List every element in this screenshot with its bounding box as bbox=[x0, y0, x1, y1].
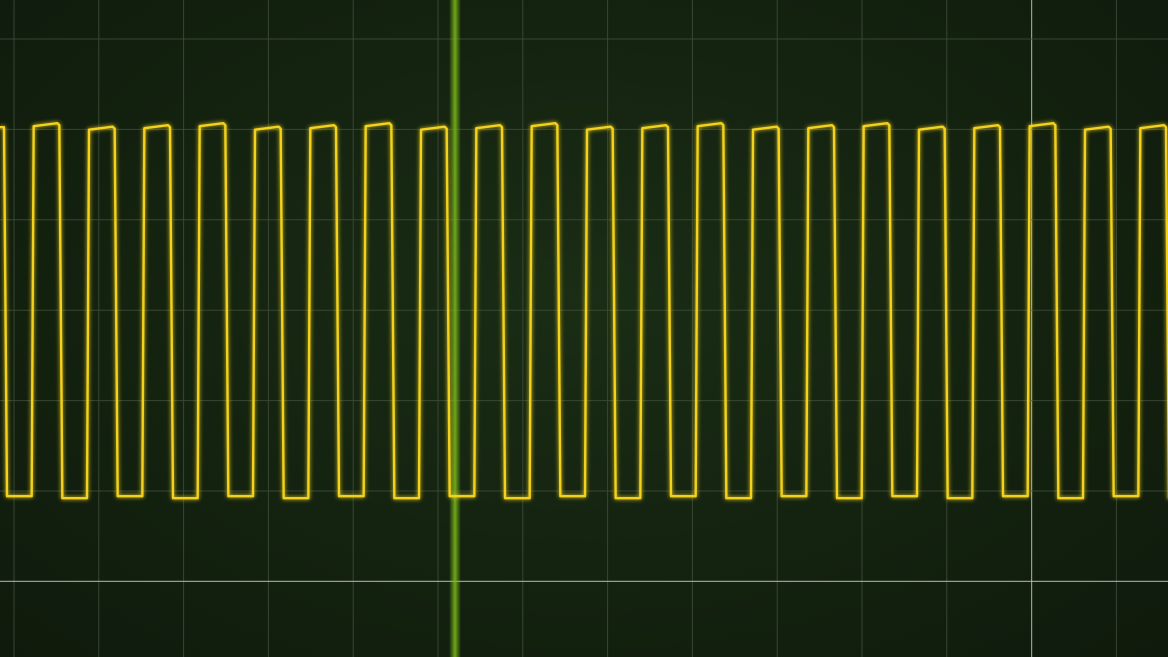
trigger-position-marker bbox=[449, 0, 461, 657]
oscilloscope-screen bbox=[0, 0, 1168, 657]
graticule bbox=[0, 0, 1168, 657]
waveform-chart bbox=[0, 0, 1168, 657]
